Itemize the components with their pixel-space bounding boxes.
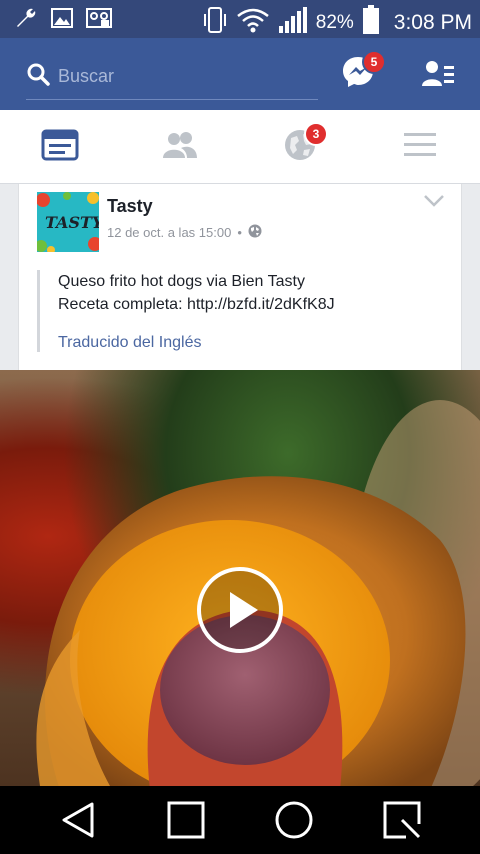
clock: 3:08 PM (393, 10, 472, 34)
avatar[interactable]: TASTY (37, 192, 99, 252)
battery-icon (362, 5, 380, 40)
tab-notifications[interactable]: 3 (240, 110, 360, 184)
overview-button[interactable] (166, 800, 206, 840)
square-icon (166, 801, 206, 844)
search-input[interactable] (50, 66, 290, 87)
tab-menu[interactable] (360, 110, 480, 184)
post-quote: Queso frito hot dogs via Bien Tasty Rece… (37, 270, 447, 352)
post-text-line-2[interactable]: Receta completa: http://bzfd.it/2dKfK8J (58, 293, 447, 316)
home-button[interactable] (274, 800, 314, 840)
notifications-badge: 3 (304, 122, 328, 146)
play-button[interactable] (196, 566, 284, 654)
top-app-bar: 5 (0, 38, 480, 110)
wrench-icon (14, 6, 38, 35)
wifi-icon (236, 7, 270, 38)
status-bar: 82% 3:08 PM (0, 0, 480, 38)
public-globe-icon (248, 224, 262, 241)
search-bar[interactable] (26, 54, 318, 100)
avatar-logo-text: TASTY (45, 213, 99, 232)
system-navigation-bar (0, 786, 480, 854)
groups-icon (161, 130, 199, 165)
back-button[interactable] (58, 800, 98, 840)
recents-button[interactable] (382, 800, 422, 840)
feed-post: TASTY Tasty 12 de oct. a las 15:00 • Que… (18, 184, 462, 370)
post-author[interactable]: Tasty (107, 196, 153, 217)
post-video[interactable] (0, 370, 480, 786)
recents-icon (382, 801, 422, 844)
tab-groups[interactable] (120, 110, 240, 184)
back-icon (58, 802, 98, 844)
image-icon (50, 6, 74, 35)
meta-separator: • (237, 225, 242, 240)
tab-bar: 3 (0, 110, 480, 184)
menu-icon (403, 132, 437, 163)
post-timestamp[interactable]: 12 de oct. a las 15:00 (107, 225, 231, 240)
translated-from-english-link[interactable]: Traducido del Inglés (58, 334, 447, 352)
signal-icon (278, 6, 308, 39)
post-meta: 12 de oct. a las 15:00 • (107, 224, 262, 241)
messenger-icon (340, 57, 376, 94)
messenger-badge: 5 (362, 50, 386, 74)
post-text-line-1: Queso frito hot dogs via Bien Tasty (58, 273, 305, 290)
search-icon (26, 62, 50, 91)
post-options-button[interactable] (423, 194, 445, 210)
messenger-button[interactable]: 5 (340, 50, 386, 94)
friend-requests-icon (420, 61, 456, 96)
vibrate-icon (202, 6, 228, 39)
battery-percent: 82% (315, 11, 354, 33)
voicemail-icon (86, 6, 112, 35)
home-icon (274, 801, 314, 844)
tab-news-feed[interactable] (0, 110, 120, 184)
play-icon (196, 567, 284, 658)
friend-requests-button[interactable] (420, 56, 456, 92)
chevron-down-icon (423, 195, 445, 212)
news-feed-icon (41, 129, 79, 166)
